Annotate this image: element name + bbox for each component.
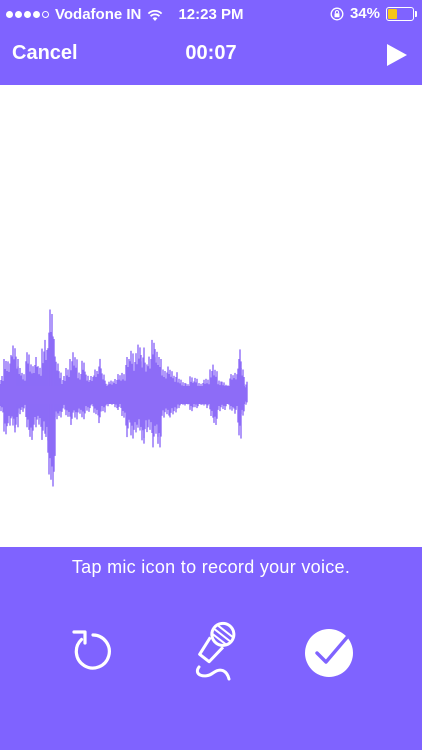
header: Vodafone IN 12:23 PM 34% Cancel 00:07 [0, 0, 422, 85]
play-icon[interactable] [382, 41, 410, 69]
status-bar: Vodafone IN 12:23 PM 34% [0, 0, 422, 28]
reset-icon[interactable] [65, 623, 121, 679]
mic-icon[interactable] [183, 617, 243, 681]
orientation-lock-icon [330, 7, 344, 20]
waveform-area [0, 85, 422, 547]
record-hint: Tap mic icon to record your voice. [71, 557, 351, 577]
battery-icon [386, 6, 417, 21]
waveform-center-band [0, 386, 245, 404]
recorder-panel: Tap mic icon to record your voice. [0, 547, 422, 750]
nav-bar: Cancel 00:07 [0, 28, 422, 85]
recording-timer: 00:07 [185, 42, 237, 64]
battery-percentage: 34% [349, 5, 380, 22]
battery-level [388, 8, 397, 19]
checkmark-icon[interactable] [303, 623, 359, 679]
audio-waveform [0, 309, 248, 487]
status-right: 34% [330, 5, 417, 22]
